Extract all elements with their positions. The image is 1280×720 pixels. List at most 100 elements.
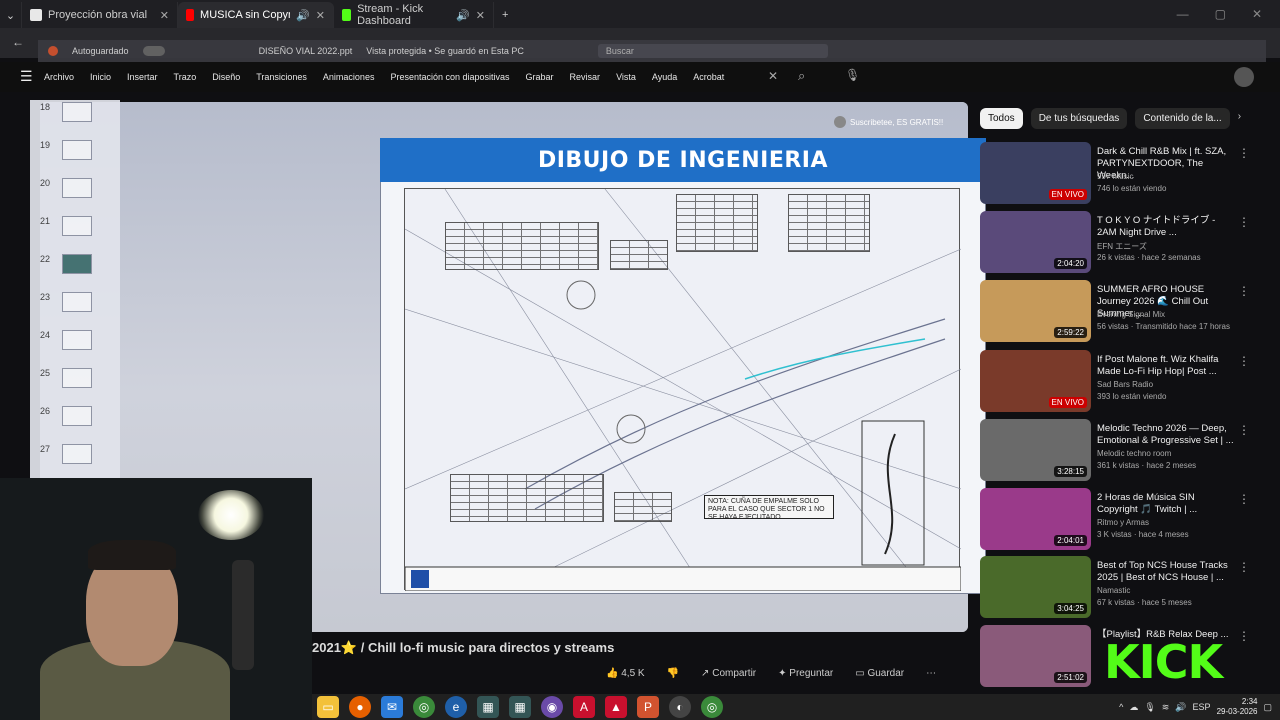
document-status: Vista protegida • Se guardó en Esta PC	[366, 46, 524, 56]
ribbon-tab[interactable]: Diseño	[212, 72, 240, 82]
clock[interactable]: 2:34 29-03-2026	[1217, 697, 1258, 717]
recommendation-item[interactable]: 2:04:01 2 Horas de Música SIN Copyright …	[980, 488, 1270, 552]
slide-thumbnail[interactable]: 27	[30, 444, 120, 480]
more-options-icon[interactable]: ⋮	[1238, 284, 1250, 298]
slide-thumbnail[interactable]: 18	[30, 102, 120, 138]
chrome-icon[interactable]: ◎	[413, 696, 435, 718]
chip-searches[interactable]: De tus búsquedas	[1030, 108, 1128, 129]
wifi-icon[interactable]: ≋	[1162, 702, 1170, 713]
slide-thumbnail[interactable]: 19	[30, 140, 120, 176]
slide-thumbnail[interactable]: 26	[30, 406, 120, 442]
more-options-icon[interactable]: ⋮	[1238, 560, 1250, 574]
tab-kick[interactable]: Stream - Kick Dashboard 🔊 ✕	[334, 2, 494, 28]
discord-icon[interactable]: ◉	[541, 696, 563, 718]
slide-thumbnail[interactable]: 23	[30, 292, 120, 328]
edge-icon[interactable]: e	[445, 696, 467, 718]
tab-label: MUSICA sin Copyright para	[200, 9, 291, 21]
file-explorer-icon[interactable]: ▭	[317, 696, 339, 718]
subscribe-overlay[interactable]: Suscribetee, ES GRATIS!!	[834, 116, 943, 128]
slide-thumbnail[interactable]: 25	[30, 368, 120, 404]
cloud-icon[interactable]: ☁	[1129, 702, 1138, 713]
duration-badge: 3:28:15	[1054, 466, 1087, 477]
ribbon-tab[interactable]: Insertar	[127, 72, 158, 82]
system-tray: ^ ☁ 🎙 ≋ 🔊 ESP 2:34 29-03-2026 ▢	[1119, 697, 1280, 717]
acrobat-icon[interactable]: A	[573, 696, 595, 718]
obs-icon[interactable]: ◐	[669, 696, 691, 718]
recommendation-item[interactable]: 3:04:25 Best of Top NCS House Tracks 202…	[980, 556, 1270, 620]
ribbon-tab[interactable]: Transiciones	[256, 72, 307, 82]
chrome-icon[interactable]: ◎	[701, 696, 723, 718]
chevron-right-icon[interactable]: ›	[1238, 108, 1241, 129]
close-icon[interactable]: ✕	[160, 9, 169, 22]
dislike-icon[interactable]: 👎	[667, 668, 679, 679]
powerpoint-icon[interactable]: P	[637, 696, 659, 718]
slide-thumbnail[interactable]: 21	[30, 216, 120, 252]
duration-badge: 2:59:22	[1054, 327, 1087, 338]
firefox-icon[interactable]: ●	[349, 696, 371, 718]
close-icon[interactable]: ✕	[476, 9, 485, 22]
speaker-icon[interactable]: 🔊	[296, 9, 310, 22]
ribbon-tab[interactable]: Grabar	[526, 72, 554, 82]
speaker-icon[interactable]: 🔊	[456, 9, 470, 22]
ribbon-tab[interactable]: Animaciones	[323, 72, 375, 82]
more-options-icon[interactable]: ⋮	[1238, 146, 1250, 160]
recommendation-item[interactable]: 2:59:22 SUMMER AFRO HOUSE Journey 2026 🌊…	[980, 280, 1270, 344]
channel-name: Melodic techno room	[1097, 449, 1172, 458]
microphone-arm	[232, 560, 254, 670]
back-arrow-icon[interactable]: ←	[12, 35, 24, 49]
data-table	[610, 240, 668, 270]
like-button[interactable]: 👍 4,5 K	[606, 668, 645, 679]
ribbon-tab[interactable]: Acrobat	[693, 72, 724, 82]
recommendation-item[interactable]: EN VIVO If Post Malone ft. Wiz Khalifa M…	[980, 350, 1270, 414]
minimize-icon[interactable]: —	[1177, 7, 1189, 21]
ribbon-tab[interactable]: Trazo	[174, 72, 197, 82]
recommendation-title: 2 Horas de Música SIN Copyright 🎵 Twitch…	[1097, 492, 1198, 515]
close-icon[interactable]: ✕	[316, 9, 325, 22]
app-icon[interactable]: ▦	[477, 696, 499, 718]
chevron-up-icon[interactable]: ^	[1119, 702, 1123, 712]
tab-list-button[interactable]: ⌄	[0, 2, 22, 28]
tab-proyeccion[interactable]: Proyección obra vial ✕	[22, 2, 178, 28]
ribbon-tab[interactable]: Archivo	[44, 72, 74, 82]
new-tab-button[interactable]: +	[494, 2, 516, 28]
maximize-icon[interactable]: ▢	[1215, 7, 1226, 21]
tab-musica[interactable]: MUSICA sin Copyright para 🔊 ✕	[178, 2, 334, 28]
chip-content[interactable]: Contenido de la...	[1135, 108, 1230, 129]
volume-icon[interactable]: 🔊	[1175, 702, 1186, 713]
share-button[interactable]: ↗ Compartir	[701, 668, 756, 679]
ppt-search-input[interactable]: Buscar	[597, 44, 828, 58]
ribbon-tab[interactable]: Presentación con diapositivas	[390, 72, 509, 82]
slide-thumbnail[interactable]: 22	[30, 254, 120, 290]
hamburger-menu-icon[interactable]: ☰	[20, 68, 33, 85]
ask-button[interactable]: ✦ Preguntar	[778, 668, 833, 679]
recommendation-item[interactable]: EN VIVO Dark & Chill R&B Mix | ft. SZA, …	[980, 142, 1270, 206]
notification-icon[interactable]: ▢	[1263, 702, 1272, 713]
more-options-icon[interactable]: ⋮	[1238, 354, 1250, 368]
slide-thumbnail[interactable]: 20	[30, 178, 120, 214]
recommendation-item[interactable]: 3:28:15 Melodic Techno 2026 — Deep, Emot…	[980, 419, 1270, 483]
pdf-icon[interactable]: ▲	[605, 696, 627, 718]
ribbon-tab[interactable]: Inicio	[90, 72, 111, 82]
recommendation-item[interactable]: 2:04:20 T O K Y O ナイトドライブ - 2AM Night Dr…	[980, 211, 1270, 275]
mail-icon[interactable]: ✉	[381, 696, 403, 718]
language-indicator[interactable]: ESP	[1193, 702, 1211, 712]
save-button[interactable]: ▭ Guardar	[855, 668, 904, 679]
more-options-icon[interactable]: ⋮	[1238, 215, 1250, 229]
more-icon[interactable]: ⋯	[926, 668, 936, 679]
ribbon-tab[interactable]: Revisar	[570, 72, 601, 82]
more-options-icon[interactable]: ⋮	[1238, 492, 1250, 506]
recommendation-title: If Post Malone ft. Wiz Khalifa Made Lo-F…	[1097, 354, 1219, 377]
microphone-icon[interactable]: 🎙	[1144, 702, 1155, 713]
slide-thumbnail[interactable]: 24	[30, 330, 120, 366]
app-icon[interactable]: ▦	[509, 696, 531, 718]
more-options-icon[interactable]: ⋮	[1238, 423, 1250, 437]
view-meta: 56 vistas · Transmitido hace 17 horas	[1097, 322, 1230, 331]
channel-name: Namastic	[1097, 586, 1131, 595]
ribbon-tab[interactable]: Vista	[616, 72, 636, 82]
chip-all[interactable]: Todos	[980, 108, 1023, 129]
ribbon-tab[interactable]: Ayuda	[652, 72, 677, 82]
close-window-icon[interactable]: ✕	[1252, 7, 1262, 21]
recommendation-title: Best of Top NCS House Tracks 2025 | Best…	[1097, 560, 1228, 583]
autosave-toggle[interactable]	[142, 46, 165, 56]
powerpoint-icon	[48, 46, 58, 56]
